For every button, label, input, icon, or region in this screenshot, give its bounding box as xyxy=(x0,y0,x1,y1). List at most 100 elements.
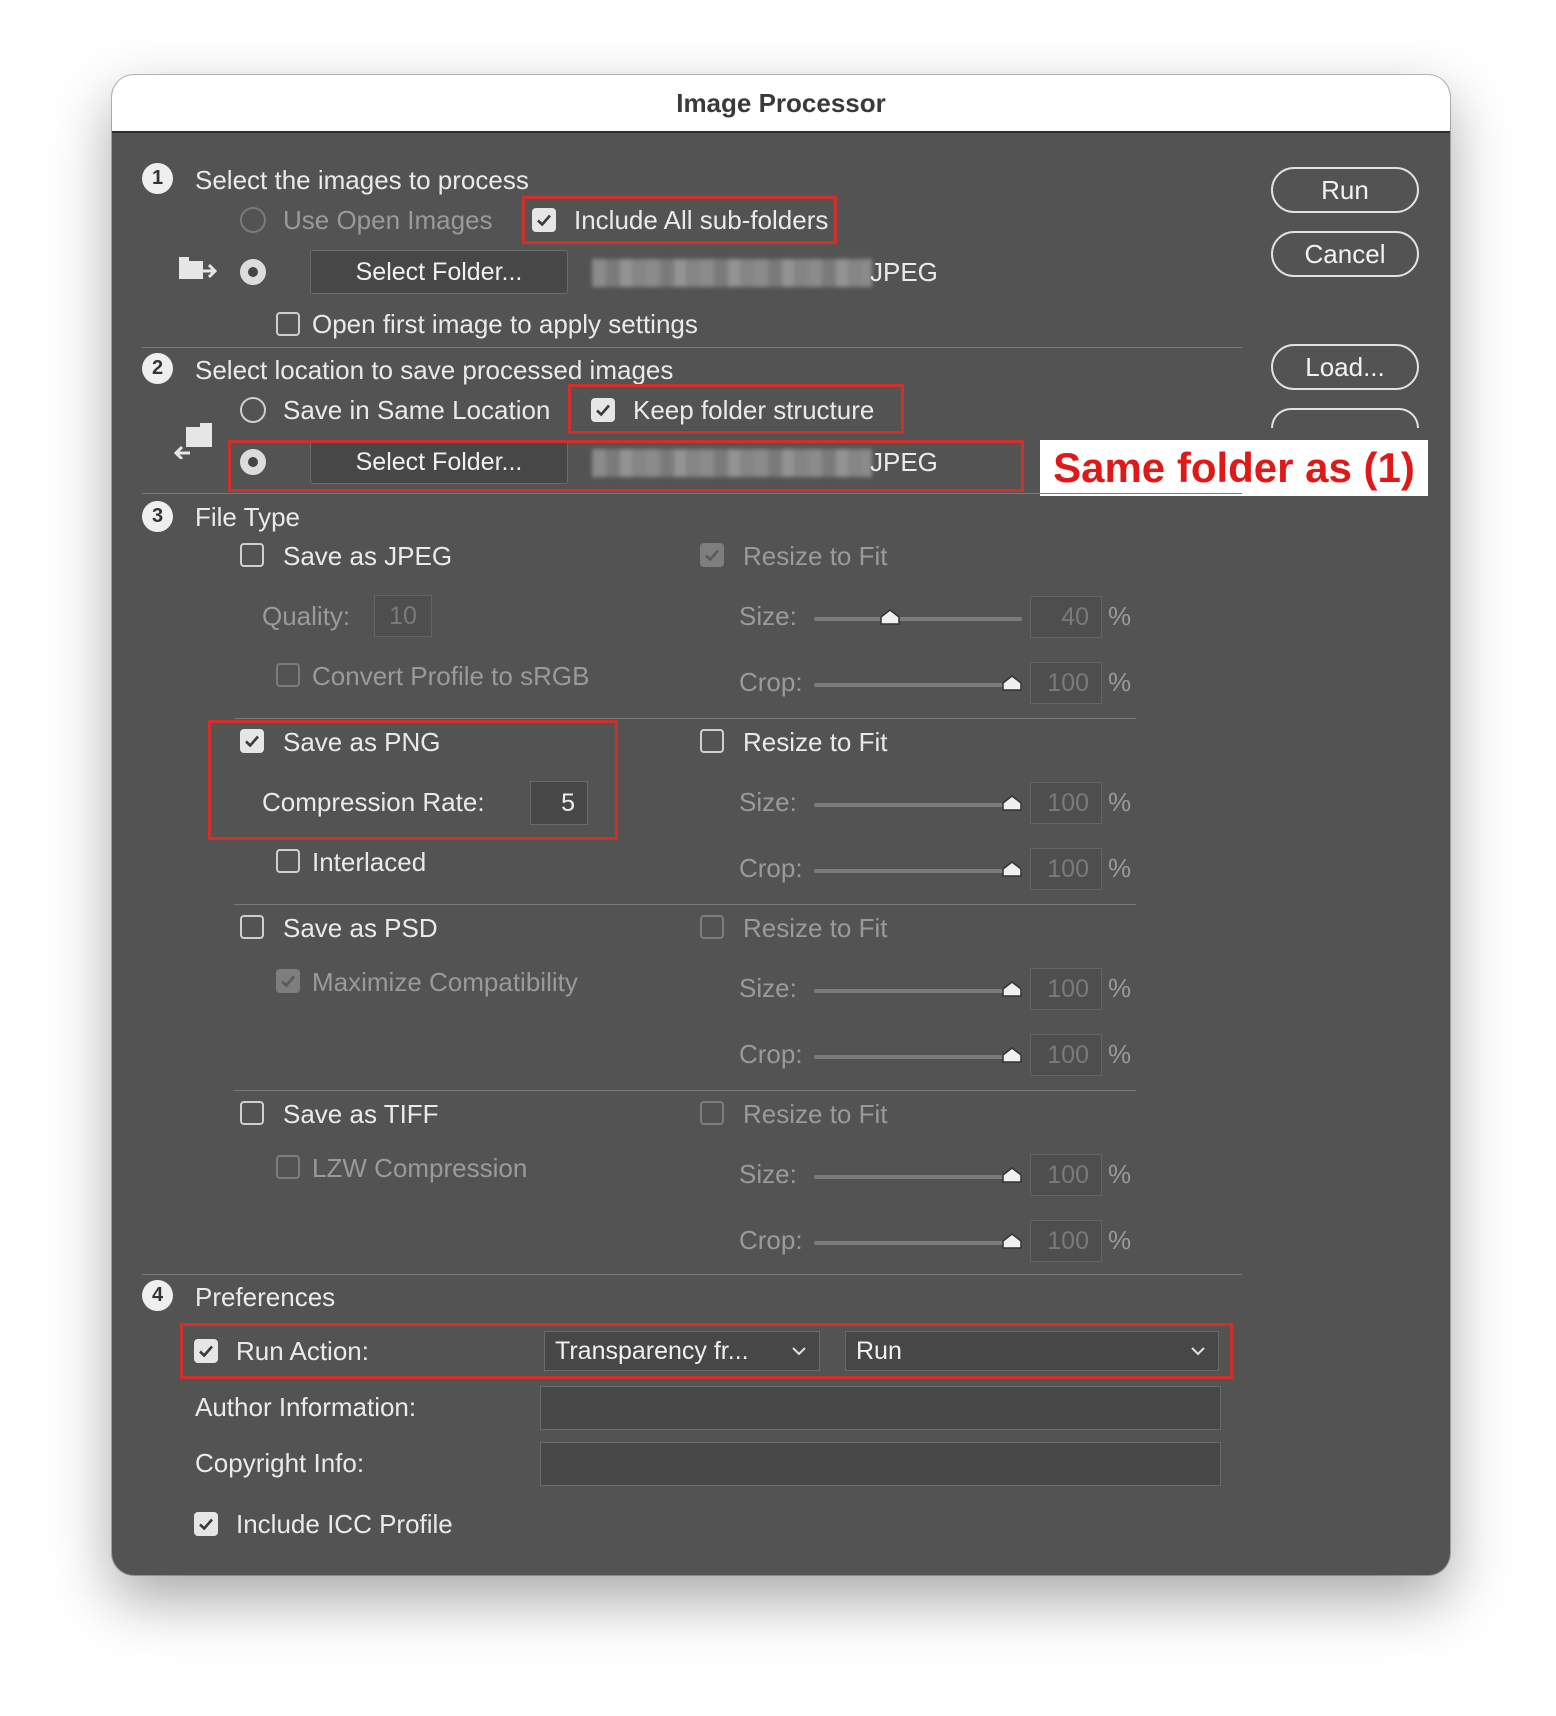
highlight-destination-folder xyxy=(228,440,1024,492)
psd-resize-label: Resize to Fit xyxy=(743,913,888,943)
highlight-save-as-png xyxy=(208,720,618,840)
interlaced-label: Interlaced xyxy=(312,847,427,877)
source-folder-path-suffix: JPEG xyxy=(870,257,938,287)
jpeg-size-slider[interactable] xyxy=(814,617,1022,621)
tiff-size-slider[interactable] xyxy=(814,1175,1022,1179)
tiff-resize-label: Resize to Fit xyxy=(743,1099,888,1129)
source-folder-path-redacted xyxy=(592,259,872,287)
folder-arrow-icon xyxy=(174,423,212,459)
run-button[interactable]: Run xyxy=(1271,167,1419,213)
section1-title: Select the images to process xyxy=(195,165,529,195)
divider-3 xyxy=(142,1274,1242,1275)
tiff-size-label: Size: xyxy=(739,1159,797,1189)
psd-resize-checkbox[interactable] xyxy=(700,915,724,939)
tiff-size-unit: % xyxy=(1108,1159,1132,1189)
slider-thumb-icon[interactable] xyxy=(1002,1233,1022,1249)
highlight-keep-folder-structure xyxy=(568,384,904,434)
save-as-psd-checkbox[interactable] xyxy=(240,915,264,939)
png-resize-checkbox[interactable] xyxy=(700,729,724,753)
psd-crop-label: Crop: xyxy=(739,1039,803,1069)
select-source-folder-radio[interactable] xyxy=(240,259,266,285)
psd-size-unit: % xyxy=(1108,973,1132,1003)
highlight-include-subfolders xyxy=(522,196,837,244)
save-same-location-radio[interactable] xyxy=(240,397,266,423)
save-as-psd-label: Save as PSD xyxy=(283,913,438,943)
section4-title: Preferences xyxy=(195,1282,336,1312)
jpeg-crop-slider[interactable] xyxy=(814,683,1022,687)
load-button[interactable]: Load... xyxy=(1271,344,1419,390)
slider-thumb-icon[interactable] xyxy=(1002,675,1022,691)
psd-size-label: Size: xyxy=(739,973,797,1003)
slider-thumb-icon[interactable] xyxy=(1002,1167,1022,1183)
window-title: Image Processor xyxy=(112,75,1450,133)
cancel-button[interactable]: Cancel xyxy=(1271,231,1419,277)
section2-title: Select location to save processed images xyxy=(195,355,674,385)
save-button-partial[interactable] xyxy=(1271,408,1419,428)
tiff-crop-unit: % xyxy=(1108,1225,1132,1255)
save-as-jpeg-checkbox[interactable] xyxy=(240,543,264,567)
folder-arrow-icon xyxy=(179,257,218,279)
maximize-compatibility-label: Maximize Compatibility xyxy=(312,967,578,997)
step-4-badge: 4 xyxy=(142,1280,173,1311)
include-icc-label: Include ICC Profile xyxy=(236,1509,453,1539)
lzw-compression-checkbox[interactable] xyxy=(276,1155,300,1179)
jpeg-quality-label: Quality: xyxy=(262,601,351,631)
png-crop-unit: % xyxy=(1108,853,1132,883)
image-processor-dialog: Image Processor Run Cancel Load... 1 Sel… xyxy=(112,75,1450,1575)
checkmark-icon xyxy=(705,549,719,562)
psd-crop-field[interactable]: 100 xyxy=(1030,1034,1102,1076)
author-info-input[interactable] xyxy=(540,1386,1221,1430)
convert-srgb-label: Convert Profile to sRGB xyxy=(312,661,590,691)
png-resize-label: Resize to Fit xyxy=(743,727,888,757)
png-size-slider[interactable] xyxy=(814,803,1022,807)
psd-crop-unit: % xyxy=(1108,1039,1132,1069)
jpeg-quality-field[interactable]: 10 xyxy=(374,595,432,637)
psd-size-field[interactable]: 100 xyxy=(1030,968,1102,1010)
checkmark-icon xyxy=(281,975,295,988)
jpeg-resize-checkbox[interactable] xyxy=(700,543,724,567)
jpeg-size-field[interactable]: 40 xyxy=(1030,596,1102,638)
copyright-info-label: Copyright Info: xyxy=(195,1448,365,1478)
png-size-unit: % xyxy=(1108,787,1132,817)
slider-thumb-icon[interactable] xyxy=(1002,1047,1022,1063)
maximize-compatibility-checkbox[interactable] xyxy=(276,969,300,993)
png-crop-label: Crop: xyxy=(739,853,803,883)
divider-jpeg xyxy=(234,718,1136,719)
png-size-field[interactable]: 100 xyxy=(1030,782,1102,824)
slider-thumb-icon[interactable] xyxy=(1002,861,1022,877)
save-as-tiff-checkbox[interactable] xyxy=(240,1101,264,1125)
highlight-run-action xyxy=(180,1323,1233,1379)
divider-2 xyxy=(142,493,1242,494)
jpeg-crop-label: Crop: xyxy=(739,667,803,697)
jpeg-crop-field[interactable]: 100 xyxy=(1030,662,1102,704)
divider-psd xyxy=(234,1090,1136,1091)
save-same-location-label: Save in Same Location xyxy=(283,395,551,425)
psd-size-slider[interactable] xyxy=(814,989,1022,993)
section3-title: File Type xyxy=(195,502,301,532)
png-crop-slider[interactable] xyxy=(814,869,1022,873)
tiff-crop-field[interactable]: 100 xyxy=(1030,1220,1102,1262)
interlaced-checkbox[interactable] xyxy=(276,849,300,873)
convert-srgb-checkbox[interactable] xyxy=(276,663,300,687)
use-open-images-radio[interactable] xyxy=(240,207,266,233)
tiff-crop-label: Crop: xyxy=(739,1225,803,1255)
divider-png xyxy=(234,904,1136,905)
slider-thumb-icon[interactable] xyxy=(1002,795,1022,811)
png-crop-field[interactable]: 100 xyxy=(1030,848,1102,890)
select-source-folder-button[interactable]: Select Folder... xyxy=(310,250,568,294)
copyright-info-input[interactable] xyxy=(540,1442,1221,1486)
tiff-resize-checkbox[interactable] xyxy=(700,1101,724,1125)
step-3-badge: 3 xyxy=(142,501,173,532)
tiff-crop-slider[interactable] xyxy=(814,1241,1022,1245)
open-first-image-label: Open first image to apply settings xyxy=(312,309,698,339)
open-first-image-checkbox[interactable] xyxy=(276,312,300,336)
psd-crop-slider[interactable] xyxy=(814,1055,1022,1059)
use-open-images-label: Use Open Images xyxy=(283,205,493,235)
include-icc-checkbox[interactable] xyxy=(194,1512,218,1536)
jpeg-resize-label: Resize to Fit xyxy=(743,541,888,571)
save-as-jpeg-label: Save as JPEG xyxy=(283,541,453,571)
step-2-badge: 2 xyxy=(142,353,173,384)
tiff-size-field[interactable]: 100 xyxy=(1030,1154,1102,1196)
slider-thumb-icon[interactable] xyxy=(880,609,900,625)
slider-thumb-icon[interactable] xyxy=(1002,981,1022,997)
